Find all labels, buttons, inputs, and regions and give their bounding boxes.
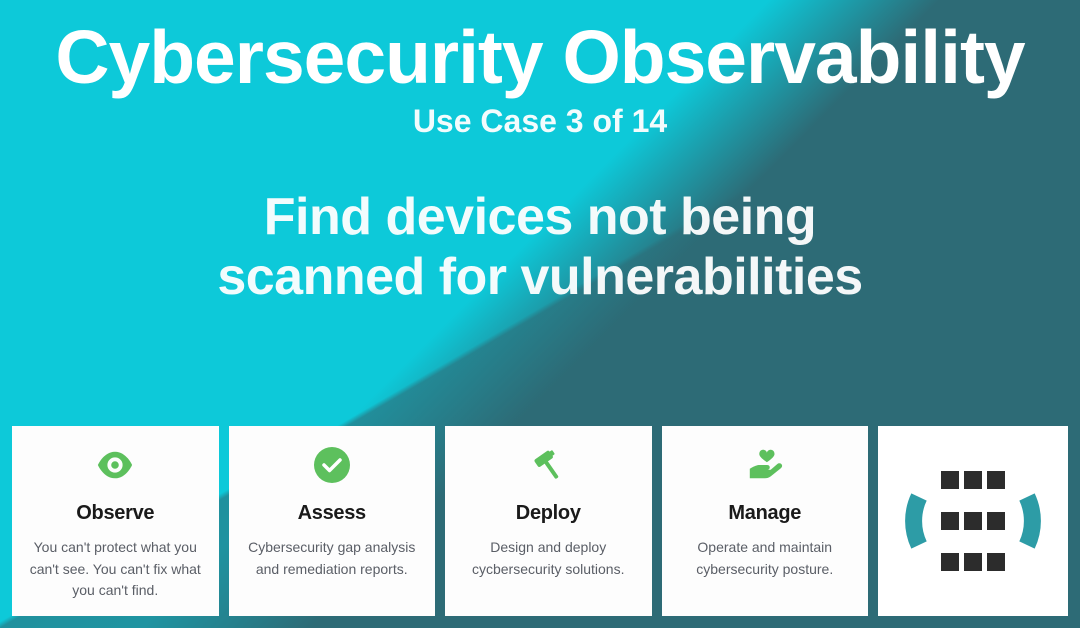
heading-line-2: scanned for vulnerabilities [217, 248, 862, 306]
hammer-icon [529, 446, 567, 484]
assess-title: Assess [298, 502, 366, 525]
page-title: Cybersecurity Observability [20, 18, 1060, 97]
feature-cards-row: Observe You can't protect what you can't… [12, 426, 1068, 616]
observe-desc: You can't protect what you can't see. Yo… [26, 537, 205, 602]
page-subtitle: Use Case 3 of 14 [20, 103, 1060, 140]
observe-card: Observe You can't protect what you can't… [12, 426, 219, 616]
check-circle-icon [313, 446, 351, 484]
eye-icon [96, 446, 134, 484]
assess-desc: Cybersecurity gap analysis and remediati… [243, 537, 422, 580]
hand-heart-icon [746, 446, 784, 484]
assess-card: Assess Cybersecurity gap analysis and re… [229, 426, 436, 616]
manage-title: Manage [728, 502, 801, 525]
manage-card: Manage Operate and maintain cybersecurit… [662, 426, 869, 616]
brand-logo-icon [903, 451, 1043, 591]
deploy-desc: Design and deploy cycbersecurity solutio… [459, 537, 638, 580]
heading-line-1: Find devices not being [264, 188, 816, 246]
brand-logo-card [878, 426, 1068, 616]
manage-desc: Operate and maintain cybersecurity postu… [676, 537, 855, 580]
observe-title: Observe [76, 502, 154, 525]
deploy-title: Deploy [516, 502, 581, 525]
hero-section: Cybersecurity Observability Use Case 3 o… [0, 0, 1080, 337]
deploy-card: Deploy Design and deploy cycbersecurity … [445, 426, 652, 616]
use-case-heading: Find devices not being scanned for vulne… [20, 188, 1060, 308]
